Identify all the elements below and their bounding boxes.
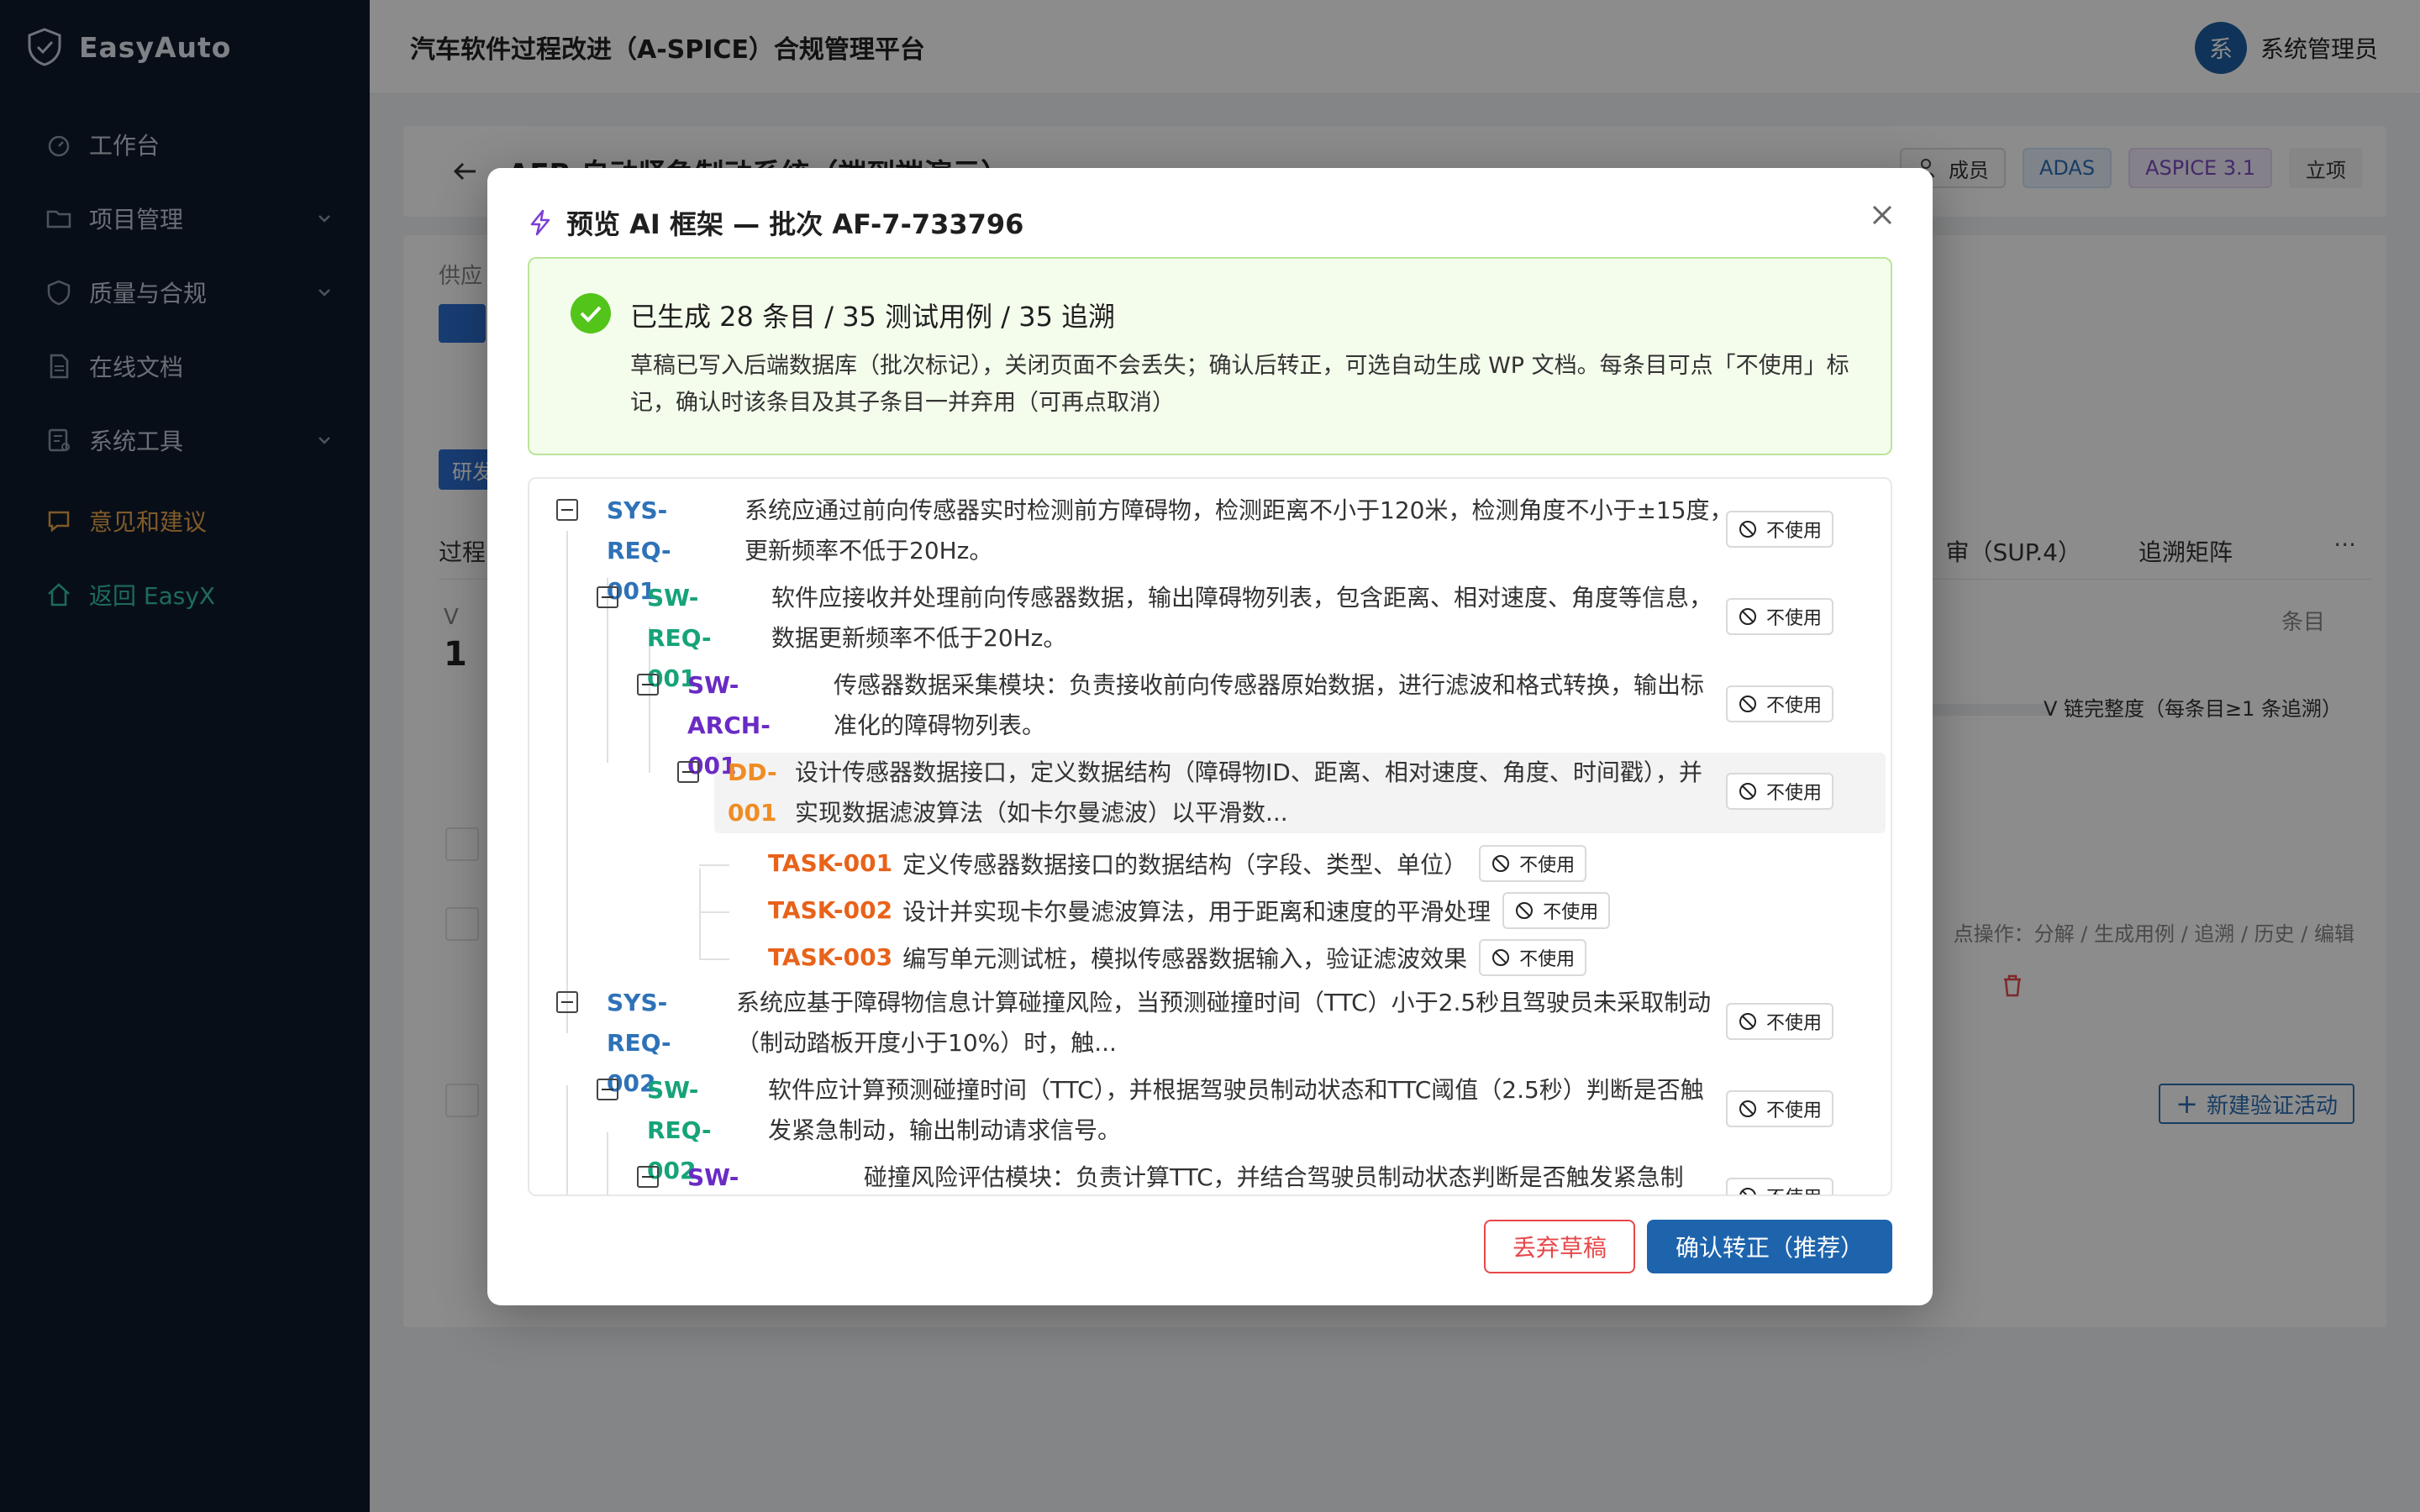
no-use-label: 不使用	[1766, 608, 1823, 629]
node-id: TASK-003	[768, 943, 893, 971]
tree-guide-line	[566, 1085, 568, 1194]
no-use-button[interactable]: 不使用	[1726, 773, 1834, 810]
no-use-label: 不使用	[1766, 1100, 1823, 1121]
node-text: 传感器数据采集模块：负责接收前向传感器原始数据，进行滤波和格式转换，输出标 准化的…	[834, 671, 1705, 739]
requirement-tree: SYS-REQ- 001 系统应通过前向传感器实时检测前方障碍物，检测距离不小于1…	[528, 477, 1892, 1196]
collapse-icon[interactable]	[677, 761, 699, 783]
node-text: 碰撞风险评估模块：负责计算TTC，并结合驾驶员制动状态判断是否触发紧急制	[864, 1163, 1684, 1191]
no-use-label: 不使用	[1766, 783, 1823, 804]
no-use-label: 不使用	[1766, 1183, 1822, 1194]
confirm-button[interactable]: 确认转正（推荐）	[1647, 1220, 1892, 1273]
no-use-label: 不使用	[1543, 902, 1599, 923]
tree-node-task-001[interactable]: TASK-001 定义传感器数据接口的数据结构（字段、类型、单位） 不使用	[768, 843, 1587, 884]
no-use-button[interactable]: 不使用	[1479, 939, 1587, 976]
collapse-icon[interactable]	[597, 586, 618, 608]
no-use-label: 不使用	[1519, 855, 1576, 876]
collapse-icon[interactable]	[637, 674, 659, 696]
tree-guide-line	[566, 531, 568, 1033]
node-text: 软件应计算预测碰撞时间（TTC），并根据驾驶员制动状态和TTC阈值（2.5秒）判…	[768, 1076, 1704, 1144]
no-use-button[interactable]: 不使用	[1479, 845, 1587, 882]
no-use-label: 不使用	[1766, 521, 1823, 542]
no-use-button[interactable]: 不使用	[1726, 1090, 1834, 1127]
node-text: 系统应通过前向传感器实时检测前方障碍物，检测距离不小于120米，检测角度不小于±…	[744, 496, 1733, 564]
ban-icon	[1739, 696, 1756, 712]
dialog-header: 预览 AI 框架 — 批次 AF-7-733796	[526, 203, 1023, 242]
node-text: 系统应基于障碍物信息计算碰撞风险，当预测碰撞时间（TTC）小于2.5秒且驾驶员未…	[736, 989, 1712, 1057]
node-text: 软件应接收并处理前向传感器数据，输出障碍物列表，包含距离、相对速度、角度等信息，…	[771, 584, 1713, 652]
node-text: 编写单元测试桩，模拟传感器数据输入，验证滤波效果	[902, 945, 1468, 973]
no-use-label: 不使用	[1766, 696, 1823, 717]
success-alert: 已生成 28 条目 / 35 测试用例 / 35 追溯 草稿已写入后端数据库（批…	[528, 257, 1892, 455]
tree-guide-line	[607, 1132, 608, 1194]
ban-icon	[1739, 783, 1756, 800]
node-id: SW-ARCH-002	[687, 1163, 739, 1191]
no-use-label: 不使用	[1519, 949, 1576, 970]
collapse-icon[interactable]	[556, 499, 578, 521]
alert-description: 草稿已写入后端数据库（批次标记），关闭页面不会丢失；确认后转正，可选自动生成 W…	[630, 353, 1849, 416]
tree-node-task-003[interactable]: TASK-003 编写单元测试桩，模拟传感器数据输入，验证滤波效果 不使用	[768, 937, 1587, 978]
node-text: 定义传感器数据接口的数据结构（字段、类型、单位）	[902, 851, 1468, 879]
no-use-button[interactable]: 不使用	[1502, 892, 1611, 929]
no-use-button[interactable]: 不使用	[1726, 685, 1834, 722]
close-icon[interactable]	[1865, 198, 1899, 232]
check-circle-icon	[571, 293, 611, 333]
no-use-button[interactable]: 不使用	[1726, 1178, 1834, 1194]
ban-icon	[1492, 949, 1510, 966]
ai-framework-preview-dialog: 预览 AI 框架 — 批次 AF-7-733796 已生成 28 条目 / 35…	[487, 168, 1933, 1305]
dialog-title: 预览 AI 框架 — 批次 AF-7-733796	[566, 208, 1024, 240]
ban-icon	[1739, 608, 1756, 625]
alert-summary: 已生成 28 条目 / 35 测试用例 / 35 追溯	[630, 301, 1116, 333]
node-text: 设计并实现卡尔曼滤波算法，用于距离和速度的平滑处理	[902, 898, 1491, 926]
tree-node-task-002[interactable]: TASK-002 设计并实现卡尔曼滤波算法，用于距离和速度的平滑处理 不使用	[768, 890, 1611, 931]
tree-guide-line	[699, 958, 729, 960]
collapse-icon[interactable]	[556, 991, 578, 1013]
ban-icon	[1739, 1013, 1756, 1030]
ban-icon	[1739, 1100, 1756, 1117]
tree-guide-line	[699, 869, 701, 959]
no-use-label: 不使用	[1766, 1013, 1823, 1034]
ban-icon	[1516, 902, 1534, 919]
no-use-button[interactable]: 不使用	[1726, 511, 1834, 548]
tree-guide-line	[699, 864, 729, 866]
tree-guide-line	[699, 911, 729, 913]
node-id: DD- 001	[728, 759, 777, 827]
no-use-button[interactable]: 不使用	[1726, 598, 1834, 635]
collapse-icon[interactable]	[597, 1079, 618, 1100]
lightning-icon	[530, 209, 550, 236]
collapse-icon[interactable]	[637, 1166, 659, 1188]
ban-icon	[1492, 855, 1510, 872]
discard-draft-button[interactable]: 丢弃草稿	[1484, 1220, 1635, 1273]
node-text: 设计传感器数据接口，定义数据结构（障碍物ID、距离、相对速度、角度、时间戳），并…	[795, 759, 1702, 827]
node-id: TASK-001	[768, 849, 893, 877]
no-use-button[interactable]: 不使用	[1726, 1003, 1834, 1040]
ban-icon	[1739, 1188, 1756, 1194]
ban-icon	[1739, 521, 1756, 538]
node-id: TASK-002	[768, 896, 893, 924]
